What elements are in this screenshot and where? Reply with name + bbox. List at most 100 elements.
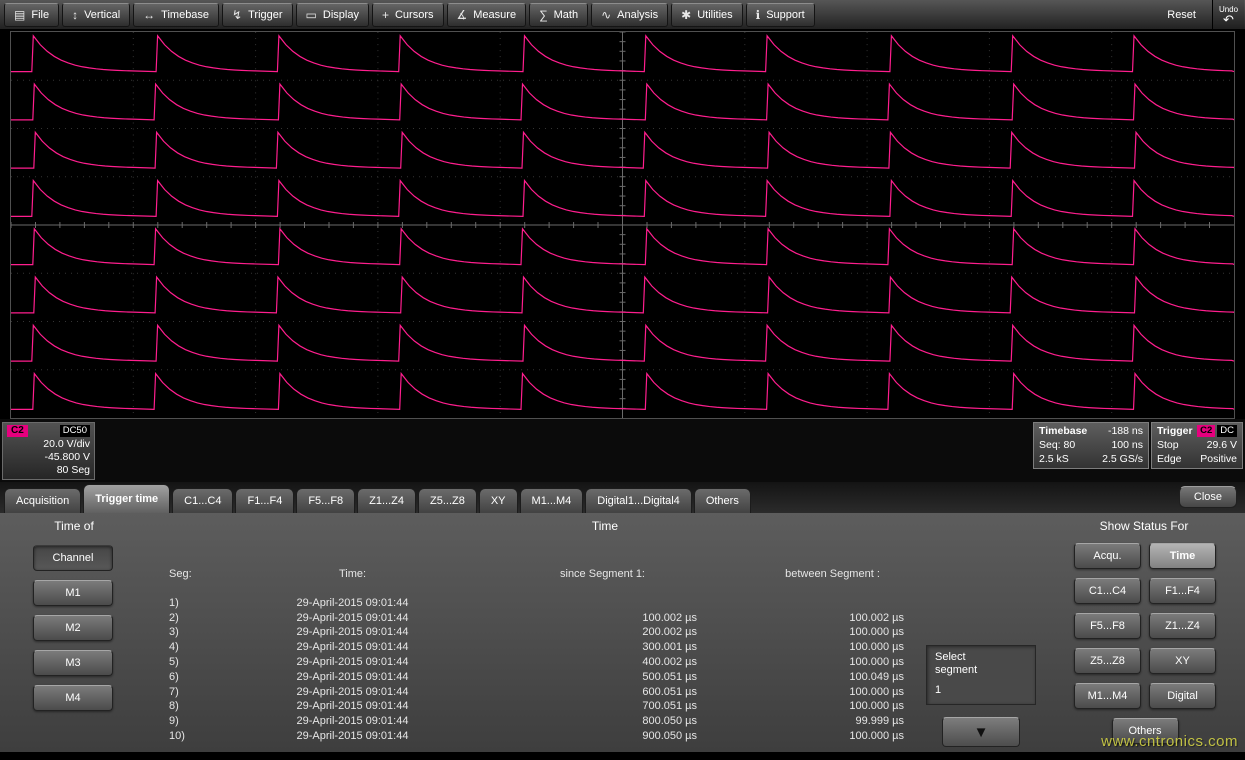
segment-cell: 1) bbox=[155, 596, 225, 611]
menu-item-vertical[interactable]: ↕ Vertical bbox=[62, 3, 130, 27]
table-header-time: Time: bbox=[225, 567, 480, 582]
segment-cell: 6) bbox=[155, 670, 225, 685]
time-of-button-m2[interactable]: M2 bbox=[33, 615, 113, 641]
measure-icon: ∡ bbox=[457, 9, 468, 21]
down-arrow-icon: ▼ bbox=[974, 725, 989, 740]
status-button-c1-c4[interactable]: C1...C4 bbox=[1074, 578, 1141, 604]
tab-z5-z8[interactable]: Z5...Z8 bbox=[418, 488, 477, 513]
cursors-icon: + bbox=[382, 9, 389, 21]
tab-xy[interactable]: XY bbox=[479, 488, 518, 513]
menu-items: ▤File↕Vertical↔Timebase↯Trigger▭Display+… bbox=[4, 3, 818, 27]
time-table-heading: Time bbox=[545, 519, 665, 533]
status-button-xy[interactable]: XY bbox=[1149, 648, 1216, 674]
menu-item-trigger[interactable]: ↯Trigger bbox=[222, 3, 293, 27]
segment-cell: 900.050 µs bbox=[480, 729, 725, 744]
segment-cell: 300.001 µs bbox=[480, 640, 725, 655]
menu-item-cursors[interactable]: + Cursors bbox=[372, 3, 444, 27]
menu-item-label: Math bbox=[554, 9, 578, 21]
menu-item-label: Vertical bbox=[84, 9, 120, 21]
menu-item-math[interactable]: ∑ Math bbox=[529, 3, 588, 27]
segment-row: 7)29-April-2015 09:01:44600.051 µs100.00… bbox=[155, 685, 945, 700]
menu-item-label: Timebase bbox=[161, 9, 209, 21]
c2-segments: 80 Seg bbox=[7, 464, 90, 477]
status-button-z5-z8[interactable]: Z5...Z8 bbox=[1074, 648, 1141, 674]
segment-row: 4)29-April-2015 09:01:44300.001 µs100.00… bbox=[155, 640, 945, 655]
menu-item-measure[interactable]: ∡Measure bbox=[447, 3, 527, 27]
menu-item-support[interactable]: ℹSupport bbox=[746, 3, 815, 27]
tab-trigger-time[interactable]: Trigger time bbox=[83, 484, 170, 513]
time-of-button-m4[interactable]: M4 bbox=[33, 685, 113, 711]
status-button-f1-f4[interactable]: F1...F4 bbox=[1149, 578, 1216, 604]
segment-down-button[interactable]: ▼ bbox=[942, 717, 1020, 747]
reset-button[interactable]: Reset bbox=[1167, 9, 1196, 21]
c2-offset: -45.800 V bbox=[7, 451, 90, 464]
status-button-f5-f8[interactable]: F5...F8 bbox=[1074, 613, 1141, 639]
segment-row: 10)29-April-2015 09:01:44900.050 µs100.0… bbox=[155, 729, 945, 744]
menu-bar: ▤File↕Vertical↔Timebase↯Trigger▭Display+… bbox=[0, 0, 1245, 30]
tab-others[interactable]: Others bbox=[694, 488, 751, 513]
trigger-coupling-badge: DC bbox=[1217, 425, 1237, 437]
tab-z1-z4[interactable]: Z1...Z4 bbox=[357, 488, 416, 513]
tab-acquisition[interactable]: Acquisition bbox=[4, 488, 81, 513]
timebase-icon: ↔ bbox=[143, 9, 155, 21]
segment-cell: 100.000 µs bbox=[725, 685, 940, 700]
segment-row: 2)29-April-2015 09:01:44100.002 µs100.00… bbox=[155, 611, 945, 626]
menu-item-timebase[interactable]: ↔ Timebase bbox=[133, 3, 219, 27]
trigger-descriptor[interactable]: Trigger C2 DC Stop29.6 V EdgePositive bbox=[1151, 422, 1243, 469]
select-segment-value: 1 bbox=[935, 684, 1027, 696]
support-icon: ℹ bbox=[756, 9, 761, 21]
trigger-slope: Positive bbox=[1200, 452, 1237, 466]
tab-digital1-digital4[interactable]: Digital1...Digital4 bbox=[585, 488, 692, 513]
segment-cell bbox=[725, 596, 940, 611]
menu-item-display[interactable]: ▭Display bbox=[296, 3, 369, 27]
table-header-between-segment: between Segment : bbox=[725, 567, 940, 582]
segment-cell: 2) bbox=[155, 611, 225, 626]
segment-cell bbox=[480, 596, 725, 611]
utilities-icon: ✱ bbox=[681, 9, 691, 21]
status-button-m1-m4[interactable]: M1...M4 bbox=[1074, 683, 1141, 709]
time-of-button-m1[interactable]: M1 bbox=[33, 580, 113, 606]
status-button-z1-z4[interactable]: Z1...Z4 bbox=[1149, 613, 1216, 639]
tab-f5-f8[interactable]: F5...F8 bbox=[296, 488, 355, 513]
select-segment-box[interactable]: Select segment 1 bbox=[926, 645, 1036, 705]
tab-m1-m4[interactable]: M1...M4 bbox=[520, 488, 584, 513]
trigger-mode: Stop bbox=[1157, 438, 1179, 452]
table-header-row: Seg:Time:since Segment 1:between Segment… bbox=[155, 567, 945, 582]
timebase-tdiv: 100 ns bbox=[1111, 438, 1143, 452]
timebase-seq: Seq: 80 bbox=[1039, 438, 1075, 452]
timebase-descriptor[interactable]: Timebase-188 ns Seq: 80100 ns 2.5 kS2.5 … bbox=[1033, 422, 1149, 469]
vertical-icon: ↕ bbox=[72, 9, 78, 21]
menu-item-utilities[interactable]: ✱Utilities bbox=[671, 3, 743, 27]
segment-row: 1)29-April-2015 09:01:44 bbox=[155, 596, 945, 611]
time-of-heading: Time of bbox=[18, 519, 130, 533]
undo-button[interactable]: Undo ↶ bbox=[1212, 0, 1244, 29]
trigger-icon: ↯ bbox=[232, 9, 242, 21]
segment-row: 8)29-April-2015 09:01:44700.051 µs100.00… bbox=[155, 699, 945, 714]
trigger-type: Edge bbox=[1157, 452, 1182, 466]
segment-cell: 100.000 µs bbox=[725, 699, 940, 714]
time-of-button-channel[interactable]: Channel bbox=[33, 545, 113, 571]
menu-item-file[interactable]: ▤File bbox=[4, 3, 59, 27]
segment-cell: 29-April-2015 09:01:44 bbox=[225, 596, 480, 611]
dialog-tabs: AcquisitionTrigger timeC1...C4F1...F4F5.… bbox=[4, 484, 753, 513]
dialog-tab-bar: AcquisitionTrigger timeC1...C4F1...F4F5.… bbox=[0, 482, 1245, 513]
menu-item-label: Cursors bbox=[395, 9, 434, 21]
channel-c2-descriptor[interactable]: C2 DC50 20.0 V/div -45.800 V 80 Seg bbox=[2, 422, 95, 480]
menu-item-analysis[interactable]: ∿Analysis bbox=[591, 3, 668, 27]
segment-cell: 4) bbox=[155, 640, 225, 655]
segment-cell: 700.051 µs bbox=[480, 699, 725, 714]
waveform-display[interactable] bbox=[10, 31, 1235, 419]
tab-f1-f4[interactable]: F1...F4 bbox=[235, 488, 294, 513]
segment-row: 9)29-April-2015 09:01:44800.050 µs99.999… bbox=[155, 714, 945, 729]
status-button-time[interactable]: Time bbox=[1149, 543, 1216, 569]
status-button-digital[interactable]: Digital bbox=[1149, 683, 1216, 709]
tab-c1-c4[interactable]: C1...C4 bbox=[172, 488, 233, 513]
trigger-title: Trigger bbox=[1157, 424, 1193, 438]
status-button-acqu[interactable]: Acqu. bbox=[1074, 543, 1141, 569]
timebase-rate: 2.5 GS/s bbox=[1102, 452, 1143, 466]
segment-row: 5)29-April-2015 09:01:44400.002 µs100.00… bbox=[155, 655, 945, 670]
math-icon: ∑ bbox=[539, 9, 548, 21]
close-button[interactable]: Close bbox=[1179, 486, 1237, 508]
timebase-title: Timebase bbox=[1039, 424, 1087, 438]
time-of-button-m3[interactable]: M3 bbox=[33, 650, 113, 676]
